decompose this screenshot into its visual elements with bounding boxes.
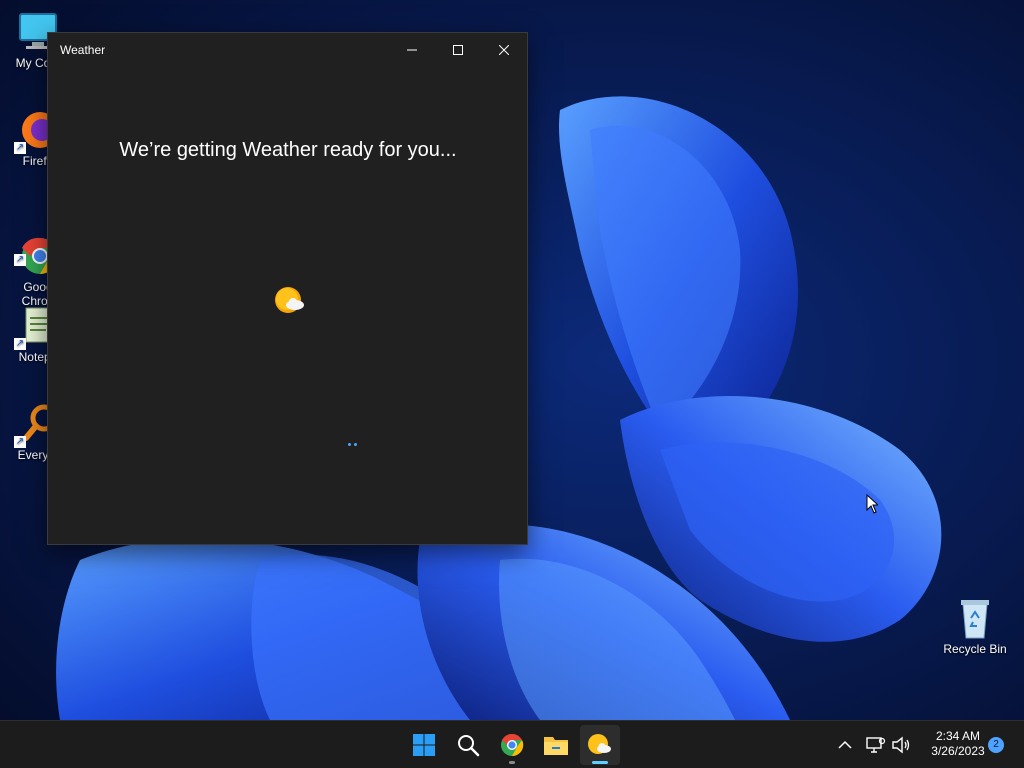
chrome-icon	[501, 733, 524, 757]
running-indicator	[509, 761, 515, 764]
weather-icon	[275, 287, 304, 313]
loading-message: We’re getting Weather ready for you...	[119, 139, 457, 161]
taskbar: 2:34 AM 3/26/2023 2	[0, 720, 1024, 768]
close-icon	[499, 45, 509, 55]
taskbar-start-button[interactable]	[404, 725, 444, 765]
taskbar-chrome-button[interactable]	[492, 725, 532, 765]
taskbar-clock[interactable]: 2:34 AM 3/26/2023	[918, 729, 998, 759]
folder-icon	[544, 737, 568, 755]
desktop-icon-label: Recycle Bin	[943, 642, 1007, 656]
windows-start-icon	[413, 734, 435, 756]
show-hidden-icons-button[interactable]	[833, 733, 857, 757]
clock-date: 3/26/2023	[931, 744, 985, 758]
window-title: Weather	[60, 43, 106, 57]
taskbar-weather-button[interactable]	[580, 725, 620, 765]
taskbar-search-button[interactable]	[448, 725, 488, 765]
desktop-icon-recycle-bin[interactable]: Recycle Bin	[940, 596, 1010, 656]
shortcut-arrow-icon: ↗	[14, 142, 26, 154]
minimize-button[interactable]	[389, 33, 435, 67]
active-indicator	[592, 761, 608, 764]
shortcut-arrow-icon: ↗	[14, 254, 26, 266]
chevron-up-icon	[838, 740, 852, 749]
search-icon	[458, 735, 480, 757]
shortcut-arrow-icon: ↗	[14, 338, 26, 350]
maximize-icon	[453, 45, 463, 55]
volume-button[interactable]	[889, 733, 913, 757]
clock-time: 2:34 AM	[935, 729, 981, 743]
loading-spinner	[348, 443, 357, 446]
weather-icon	[588, 734, 611, 754]
shortcut-arrow-icon: ↗	[14, 436, 26, 448]
mouse-cursor-icon	[866, 494, 878, 514]
maximize-button[interactable]	[435, 33, 481, 67]
window-titlebar[interactable]: Weather	[48, 33, 527, 67]
close-button[interactable]	[481, 33, 527, 67]
minimize-icon	[407, 49, 417, 51]
network-status-button[interactable]	[864, 733, 888, 757]
weather-window[interactable]: Weather We’re getting Weather ready for …	[47, 32, 528, 545]
volume-icon	[892, 736, 910, 754]
network-icon	[866, 737, 886, 753]
notification-badge[interactable]: 2	[988, 737, 1004, 753]
recycle-bin-icon	[953, 596, 997, 640]
taskbar-file-explorer-button[interactable]	[536, 725, 576, 765]
